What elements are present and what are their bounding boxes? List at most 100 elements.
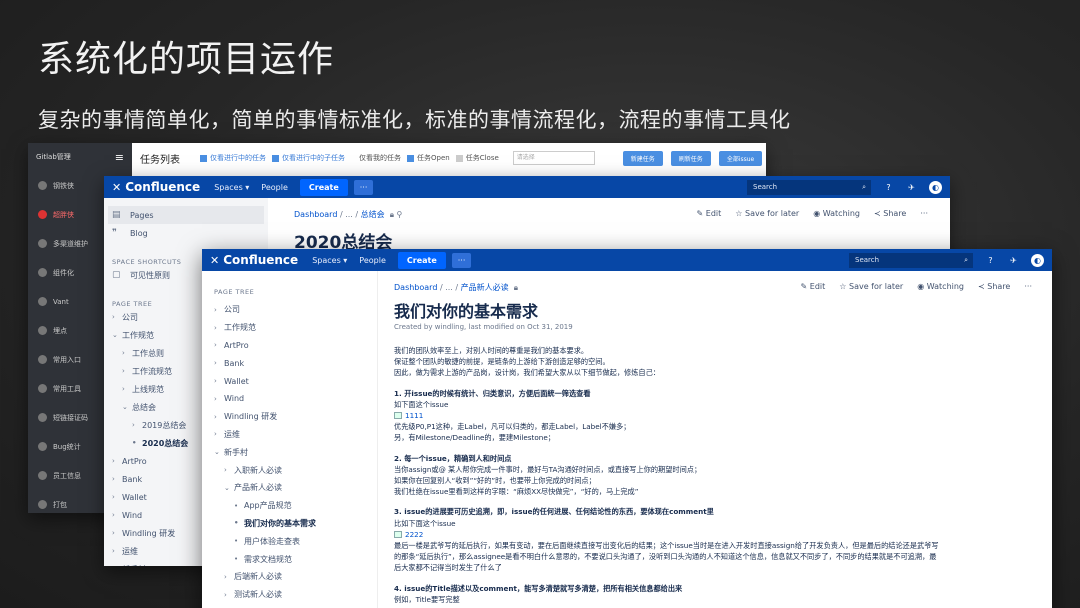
- edit-button[interactable]: ✎ Edit: [801, 282, 826, 291]
- chevron-right-icon[interactable]: ›: [214, 430, 224, 438]
- more-actions-button[interactable]: ···: [920, 209, 928, 218]
- chevron-down-icon[interactable]: ⌄: [224, 484, 234, 492]
- nav-spaces[interactable]: Spaces ▾: [214, 183, 249, 192]
- tree-item[interactable]: ⌄ 产品新人必读: [214, 479, 365, 497]
- filter-open[interactable]: 任务Open: [407, 153, 450, 163]
- tree-item[interactable]: › 后端新人必读: [214, 568, 365, 586]
- tree-item[interactable]: ⌄ 新手村: [214, 443, 365, 461]
- tree-item[interactable]: › 工作规范: [214, 319, 365, 337]
- tree-item[interactable]: › Windling 研发: [214, 408, 365, 426]
- create-button[interactable]: Create: [397, 251, 446, 269]
- chevron-right-icon[interactable]: ›: [132, 421, 142, 429]
- crumb-parent[interactable]: 产品新人必读: [461, 283, 509, 292]
- chevron-down-icon[interactable]: ⌄: [112, 331, 122, 339]
- tree-item[interactable]: • 我们对你的基本需求: [214, 515, 365, 533]
- tree-item[interactable]: › ArtPro: [214, 337, 365, 355]
- chevron-right-icon[interactable]: ›: [112, 475, 122, 483]
- watching-button[interactable]: ◉ Watching: [917, 282, 964, 291]
- crumb-dashboard[interactable]: Dashboard: [294, 210, 337, 219]
- search-input[interactable]: Search ⌕: [849, 252, 973, 268]
- chevron-right-icon[interactable]: ›: [214, 377, 224, 385]
- filter-close[interactable]: 任务Close: [455, 153, 499, 163]
- menu-icon[interactable]: ≡: [115, 151, 124, 164]
- bullet-icon[interactable]: •: [132, 439, 142, 447]
- tree-item[interactable]: › Wind: [214, 390, 365, 408]
- nav-spaces[interactable]: Spaces ▾: [312, 256, 347, 265]
- chevron-right-icon[interactable]: ›: [214, 306, 224, 314]
- sidebar-item-icon: [38, 326, 47, 335]
- tree-item[interactable]: • 需求文档规范: [214, 550, 365, 568]
- create-button[interactable]: Create: [299, 178, 348, 196]
- chevron-down-icon[interactable]: ⌄: [122, 403, 132, 411]
- chevron-right-icon[interactable]: ›: [122, 367, 132, 375]
- image-placeholder[interactable]: 2222: [394, 529, 1034, 540]
- tree-item[interactable]: › 入职新人必读: [214, 461, 365, 479]
- confluence-logo[interactable]: ✕ Confluence: [112, 180, 200, 194]
- more-button[interactable]: ···: [451, 252, 472, 268]
- tree-item[interactable]: › Bank: [214, 354, 365, 372]
- crumb-parent[interactable]: 总结会: [361, 210, 385, 219]
- filter-mine[interactable]: 仅看我的任务: [359, 153, 401, 163]
- chevron-right-icon[interactable]: ›: [112, 457, 122, 465]
- more-button[interactable]: ···: [353, 179, 374, 195]
- filter-in-progress-sub[interactable]: 仅看进行中的子任务: [272, 153, 345, 163]
- toolbar-button[interactable]: 全部issue: [718, 150, 763, 166]
- confluence-logo[interactable]: ✕ Confluence: [210, 253, 298, 267]
- chevron-right-icon[interactable]: ›: [214, 413, 224, 421]
- bullet-icon[interactable]: •: [234, 502, 244, 510]
- bullet-icon[interactable]: •: [234, 519, 244, 527]
- save-for-later-button[interactable]: ☆ Save for later: [839, 282, 903, 291]
- nav-people[interactable]: People: [261, 183, 288, 192]
- chevron-right-icon[interactable]: ›: [112, 547, 122, 555]
- edit-button[interactable]: ✎ Edit: [697, 209, 722, 218]
- help-icon[interactable]: ?: [883, 182, 894, 193]
- tree-item[interactable]: • 用户体验走查表: [214, 532, 365, 550]
- chevron-down-icon[interactable]: ⌄: [214, 448, 224, 456]
- chevron-right-icon[interactable]: ›: [214, 341, 224, 349]
- chevron-right-icon[interactable]: ›: [112, 313, 122, 321]
- tree-item[interactable]: › 测试新人必读: [214, 586, 365, 604]
- chevron-right-icon[interactable]: ›: [214, 395, 224, 403]
- member-select[interactable]: 请选择: [512, 151, 595, 165]
- chevron-right-icon[interactable]: ›: [112, 511, 122, 519]
- tree-item[interactable]: › 运维: [214, 426, 365, 444]
- image-placeholder[interactable]: 1111: [394, 410, 1034, 421]
- bullet-icon[interactable]: •: [234, 537, 244, 545]
- tree-item[interactable]: • App产品规范: [214, 497, 365, 515]
- avatar[interactable]: ◐: [929, 180, 942, 194]
- lock-icon[interactable]: 🔒︎ ⚲: [387, 210, 403, 219]
- body-paragraph: 保证整个团队的敏捷的前提，是链条的上游给下游创造足够的空间。: [394, 357, 610, 367]
- avatar[interactable]: ◐: [1031, 253, 1044, 267]
- save-for-later-button[interactable]: ☆ Save for later: [735, 209, 799, 218]
- chevron-right-icon[interactable]: ›: [112, 565, 122, 566]
- chevron-right-icon[interactable]: ›: [224, 591, 234, 599]
- bullet-icon[interactable]: •: [234, 555, 244, 563]
- share-button[interactable]: ≺ Share: [874, 209, 906, 218]
- notification-icon[interactable]: ✈: [906, 182, 917, 193]
- notification-icon[interactable]: ✈: [1008, 255, 1019, 266]
- lock-icon[interactable]: 🔒︎: [511, 283, 518, 292]
- search-input[interactable]: Search ⌕: [747, 179, 871, 195]
- chevron-right-icon[interactable]: ›: [112, 529, 122, 537]
- sidebar-item-icon: [38, 181, 47, 190]
- chevron-right-icon[interactable]: ›: [112, 493, 122, 501]
- chevron-right-icon[interactable]: ›: [224, 573, 234, 581]
- chevron-right-icon[interactable]: ›: [214, 324, 224, 332]
- tree-item[interactable]: › Wallet: [214, 372, 365, 390]
- more-actions-button[interactable]: ···: [1024, 282, 1032, 291]
- share-button[interactable]: ≺ Share: [978, 282, 1010, 291]
- nav-people[interactable]: People: [359, 256, 386, 265]
- help-icon[interactable]: ?: [985, 255, 996, 266]
- toolbar-button[interactable]: 刷新任务: [670, 150, 711, 166]
- crumb-dashboard[interactable]: Dashboard: [394, 283, 437, 292]
- tree-item[interactable]: › 公司: [214, 301, 365, 319]
- chevron-right-icon[interactable]: ›: [214, 359, 224, 367]
- filter-in-progress[interactable]: 仅看进行中的任务: [200, 153, 266, 163]
- sidebar-pages[interactable]: ▤ Pages: [108, 206, 264, 224]
- watching-button[interactable]: ◉ Watching: [813, 209, 860, 218]
- chevron-right-icon[interactable]: ›: [224, 466, 234, 474]
- toolbar-button[interactable]: 新建任务: [622, 150, 663, 166]
- chevron-right-icon[interactable]: ›: [122, 385, 132, 393]
- chevron-right-icon[interactable]: ›: [122, 349, 132, 357]
- sidebar-blog[interactable]: ❞ Blog: [112, 224, 260, 242]
